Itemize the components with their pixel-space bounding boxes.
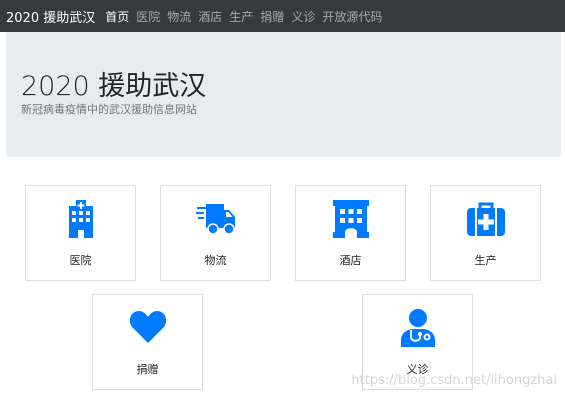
navbar: 2020 援助武汉 首页 医院 物流 酒店 生产 捐赠 义诊 开放源代码: [0, 0, 565, 32]
card-production[interactable]: 生产: [430, 185, 541, 281]
card-label: 医院: [69, 254, 92, 267]
card-label: 生产: [474, 254, 497, 267]
nav-item-logistics[interactable]: 物流: [167, 8, 191, 25]
nav-item-clinic[interactable]: 义诊: [291, 8, 315, 25]
card-label: 捐赠: [136, 363, 159, 376]
page-subtitle: 新冠病毒疫情中的武汉援助信息网站: [21, 103, 197, 116]
hotel-icon: [331, 198, 371, 238]
nav-item-hotel[interactable]: 酒店: [198, 8, 222, 25]
nav-item-donation[interactable]: 捐赠: [260, 8, 284, 25]
card-hospital[interactable]: 医院: [25, 185, 136, 281]
nav-item-open-source[interactable]: 开放源代码: [322, 8, 382, 25]
nav-item-home[interactable]: 首页: [105, 8, 129, 25]
card-donation[interactable]: 捐赠: [92, 294, 203, 390]
nav-item-production[interactable]: 生产: [229, 8, 253, 25]
jumbotron: 2020 援助武汉 新冠病毒疫情中的武汉援助信息网站: [6, 32, 561, 157]
card-hotel[interactable]: 酒店: [295, 185, 406, 281]
watermark: https://blog.csdn.net/lihongzhai: [351, 373, 557, 388]
card-label: 酒店: [339, 254, 362, 267]
doctor-icon: [398, 307, 438, 347]
nav-item-hospital[interactable]: 医院: [136, 8, 160, 25]
nav-links: 首页 医院 物流 酒店 生产 捐赠 义诊 开放源代码: [105, 8, 389, 25]
medkit-icon: [466, 198, 506, 238]
hospital-icon: [61, 198, 101, 238]
heart-icon: [128, 307, 168, 347]
navbar-brand[interactable]: 2020 援助武汉: [6, 7, 95, 26]
card-label: 物流: [204, 254, 227, 267]
card-logistics[interactable]: 物流: [160, 185, 271, 281]
page-title: 2020 援助武汉: [21, 71, 207, 102]
truck-icon: [195, 198, 236, 238]
